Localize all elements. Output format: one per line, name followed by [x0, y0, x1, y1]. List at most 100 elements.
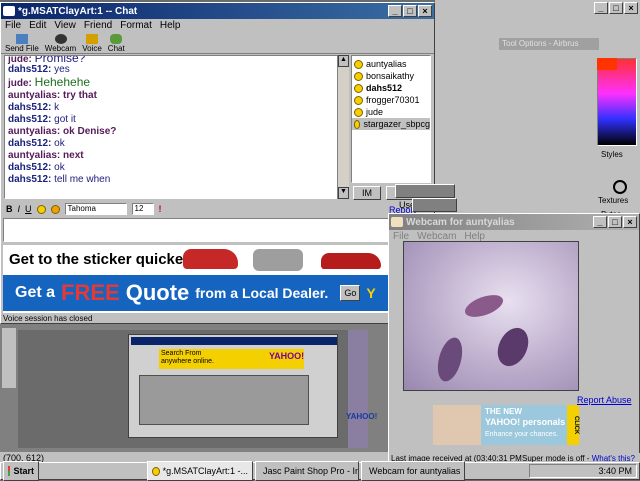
color-palette[interactable] — [597, 58, 637, 146]
webcam-window: Webcam for auntyalias _ □ × File Webcam … — [388, 213, 640, 467]
buddy-name: frogger70301 — [366, 95, 420, 105]
webcam-report-abuse-link[interactable]: Report Abuse — [577, 395, 632, 405]
foreground-color-swatch[interactable] — [597, 58, 617, 70]
message-text: tell me when — [54, 174, 111, 185]
voice-button[interactable]: Voice — [82, 34, 102, 53]
message-pane[interactable]: jude: Promise? dahs512: yes jude: Hehehe… — [4, 55, 348, 199]
ad-click-button[interactable]: CLICK — [567, 405, 579, 445]
clock[interactable]: 3:40 PM — [598, 466, 632, 476]
chat-message: dahs512: ok — [8, 162, 344, 174]
smiley-icon — [354, 59, 363, 69]
send-file-button[interactable]: Send File — [5, 34, 39, 53]
buddy-item[interactable]: dahs512 — [352, 82, 430, 94]
psp-tool-palette[interactable] — [2, 328, 16, 388]
maximize-button[interactable]: □ — [608, 216, 622, 228]
underline-button[interactable]: U — [25, 204, 32, 214]
menu-file[interactable]: File — [5, 20, 21, 31]
buddy-list[interactable]: auntyalias bonsaikathy dahs512 frogger70… — [351, 55, 431, 183]
menu-view[interactable]: View — [54, 20, 76, 31]
ad-go-button[interactable]: Go — [340, 285, 361, 301]
close-button[interactable]: × — [624, 2, 638, 14]
psp-window-controls: _ □ × — [593, 2, 638, 14]
italic-button[interactable]: I — [18, 204, 21, 214]
im-button[interactable]: IM — [353, 186, 381, 200]
message-list: jude: Promise? dahs512: yes jude: Hehehe… — [5, 56, 347, 186]
buddy-item[interactable]: bonsaikathy — [352, 70, 430, 82]
close-button[interactable]: × — [623, 216, 637, 228]
maximize-button[interactable]: □ — [609, 2, 623, 14]
textures-label: Textures — [598, 196, 629, 205]
ad-line-new: THE NEW — [485, 407, 522, 416]
menu-friend[interactable]: Friend — [84, 20, 112, 31]
message-nick: dahs512: — [8, 162, 52, 173]
nested-yahoo-ad: Search From anywhere online. YAHOO! — [159, 349, 304, 369]
voice-label: Voice — [82, 44, 102, 53]
menu-edit[interactable]: Edit — [29, 20, 46, 31]
chat-window: *g.MSATClayArt:1 -- Chat _ □ × File Edit… — [0, 2, 435, 324]
ad-banner[interactable]: Get to the sticker quicker. Get a FREE Q… — [3, 245, 389, 313]
message-text: Hehehehe — [34, 75, 91, 89]
buddy-item-selected[interactable]: stargazer_sbpcg — [352, 118, 430, 130]
chat-message: dahs512: got it — [8, 114, 344, 126]
ad-line-quote: Quote — [125, 280, 190, 305]
bold-button[interactable]: B — [6, 204, 13, 214]
message-text: ok — [54, 138, 65, 149]
scroll-up-button[interactable]: ▲ — [338, 55, 349, 67]
buddy-name: dahs512 — [366, 83, 403, 93]
buddy-item[interactable]: frogger70301 — [352, 94, 430, 106]
maximize-button[interactable]: □ — [403, 5, 417, 17]
taskbar-item-chat[interactable]: *g.MSATClayArt:1 -... — [147, 461, 253, 481]
message-text: try that — [63, 90, 97, 101]
taskbar-item-webcam[interactable]: Webcam for auntyalias — [361, 461, 465, 481]
chat-titlebar: *g.MSATClayArt:1 -- Chat _ □ × — [1, 3, 434, 19]
audible-icon[interactable] — [50, 204, 60, 214]
background-window-titlebar-2[interactable] — [412, 198, 457, 212]
styles-label: Styles — [601, 150, 623, 159]
chat-message: dahs512: k — [8, 102, 344, 114]
chat-message: auntyalias: try that — [8, 90, 344, 102]
chat-toolbar: Send File Webcam Voice Chat — [1, 32, 434, 54]
menu-help[interactable]: Help — [160, 20, 181, 31]
no-style-icon[interactable] — [613, 180, 627, 194]
nested-inner-screenshot — [139, 375, 309, 425]
message-input[interactable] — [3, 218, 389, 242]
message-scrollbar[interactable]: ▲ ▼ — [337, 55, 349, 199]
taskbar-item-psp[interactable]: Jasc Paint Shop Pro - Ima... — [255, 461, 359, 481]
yahoo-personals-ad[interactable]: THE NEW YAHOO! personals Enhance your ch… — [433, 405, 579, 445]
minimize-button[interactable]: _ — [594, 2, 608, 14]
minimize-button[interactable]: _ — [593, 216, 607, 228]
chat-button[interactable]: Chat — [108, 34, 125, 53]
psp-canvas-area: Search From anywhere online. YAHOO! YAHO… — [0, 320, 390, 452]
taskbar-item-label: Webcam for auntyalias — [369, 466, 461, 476]
background-window-titlebar[interactable] — [395, 184, 455, 198]
webcam-button[interactable]: Webcam — [45, 34, 76, 53]
webcam-image-petal — [491, 322, 535, 372]
message-nick: dahs512: — [8, 114, 52, 125]
ad-line-free: FREE — [61, 280, 120, 305]
smiley-icon — [354, 83, 363, 93]
close-button[interactable]: × — [418, 5, 432, 17]
buddy-item[interactable]: auntyalias — [352, 58, 430, 70]
minimize-button[interactable]: _ — [388, 5, 402, 17]
message-nick: dahs512: — [8, 64, 52, 75]
font-select[interactable]: Tahoma — [64, 203, 127, 215]
alert-icon[interactable]: ! — [159, 204, 162, 214]
nested-yahoo-text: YAHOO! — [346, 412, 378, 421]
nested-ad-text: Search From — [161, 350, 202, 357]
font-size-select[interactable]: 12 — [131, 203, 154, 215]
emoticon-icon[interactable] — [36, 204, 46, 214]
buddy-name: jude — [366, 107, 384, 117]
start-button[interactable]: Start — [3, 461, 39, 481]
send-file-label: Send File — [5, 44, 39, 53]
message-nick: jude: — [8, 78, 32, 89]
buddy-item[interactable]: jude — [352, 106, 430, 118]
taskbar-item-label: *g.MSATClayArt:1 -... — [162, 466, 248, 476]
menu-format[interactable]: Format — [120, 20, 152, 31]
message-text: got it — [54, 114, 76, 125]
message-text: k — [54, 102, 60, 113]
system-tray: 3:40 PM — [529, 464, 637, 478]
ad-line-personals: YAHOO! personals — [485, 417, 566, 427]
car-image-sedan — [321, 253, 381, 269]
smiley-icon — [354, 95, 363, 105]
scroll-down-button[interactable]: ▼ — [338, 187, 349, 199]
